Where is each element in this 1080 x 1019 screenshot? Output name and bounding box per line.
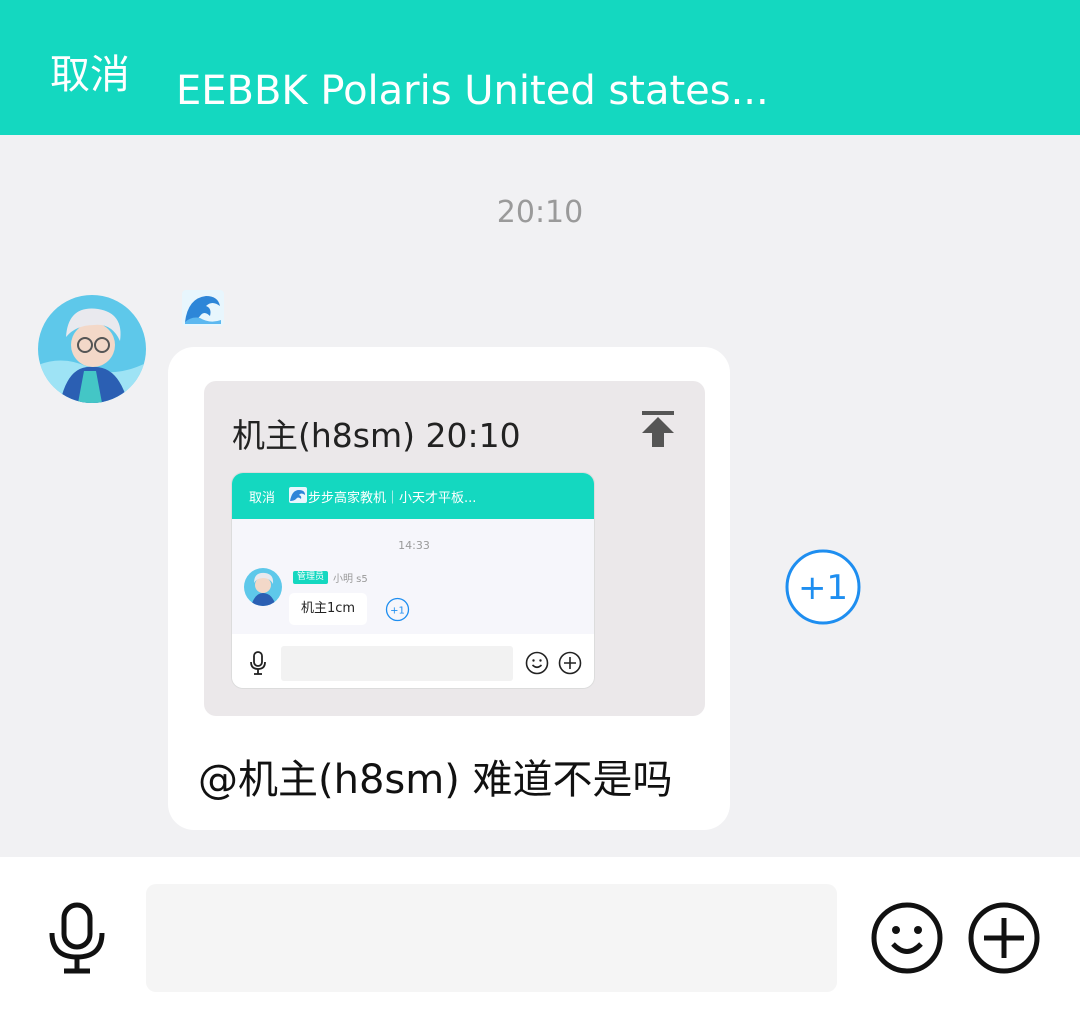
message-bubble[interactable]: 机主(h8sm) 20:10 取消 步步高家教机｜小天才平板... 14:33 … bbox=[168, 347, 730, 830]
add-icon bbox=[558, 651, 582, 675]
pin-to-top-icon[interactable] bbox=[640, 409, 676, 449]
quoted-message[interactable]: 机主(h8sm) 20:10 取消 步步高家教机｜小天才平板... 14:33 … bbox=[204, 381, 705, 716]
emoji-icon bbox=[525, 651, 549, 675]
message-input[interactable] bbox=[146, 884, 837, 992]
add-icon bbox=[968, 902, 1040, 974]
svg-text:+1: +1 bbox=[390, 606, 405, 617]
screenshot-sender-name: 小明 s5 bbox=[333, 574, 368, 585]
admin-badge: 管理员 bbox=[293, 571, 329, 584]
chat-title: EEBBK Polaris United states... bbox=[176, 68, 769, 114]
screenshot-plus-one-icon: +1 bbox=[385, 597, 410, 622]
mic-icon bbox=[49, 902, 105, 974]
mic-icon bbox=[250, 651, 266, 675]
message-text: @机主(h8sm) 难道不是吗 bbox=[198, 757, 673, 803]
cancel-button[interactable]: 取消 bbox=[50, 42, 130, 100]
quoted-screenshot[interactable]: 取消 步步高家教机｜小天才平板... 14:33 管理员 小明 s5 机主1cm… bbox=[231, 472, 595, 689]
screenshot-message: 机主1cm bbox=[289, 593, 367, 625]
screenshot-message-input bbox=[281, 646, 513, 681]
screenshot-timestamp: 14:33 bbox=[398, 539, 430, 552]
mic-button[interactable] bbox=[46, 901, 108, 975]
wave-icon bbox=[182, 290, 224, 326]
quoted-message-meta: 机主(h8sm) 20:10 bbox=[232, 416, 521, 455]
emoji-icon bbox=[871, 902, 943, 974]
chat-area[interactable]: 20:10 机主(h8sm) 20:10 取消 步步高家教机｜小天才平板... … bbox=[0, 135, 1080, 857]
add-button[interactable] bbox=[967, 901, 1041, 975]
screenshot-header: 取消 步步高家教机｜小天才平板... bbox=[232, 473, 594, 519]
emoji-button[interactable] bbox=[870, 901, 944, 975]
screenshot-input-bar bbox=[232, 634, 594, 688]
message-timestamp: 20:10 bbox=[496, 195, 584, 230]
wave-icon bbox=[289, 487, 307, 503]
header-bar: 取消 EEBBK Polaris United states... bbox=[0, 0, 1080, 135]
avatar[interactable] bbox=[38, 295, 146, 403]
svg-text:+1: +1 bbox=[798, 568, 848, 608]
input-bar bbox=[0, 857, 1080, 1019]
plus-one-button[interactable]: +1 bbox=[784, 548, 862, 626]
screenshot-title: 步步高家教机｜小天才平板... bbox=[308, 491, 477, 506]
screenshot-avatar bbox=[244, 568, 282, 606]
screenshot-cancel-label: 取消 bbox=[249, 491, 276, 506]
